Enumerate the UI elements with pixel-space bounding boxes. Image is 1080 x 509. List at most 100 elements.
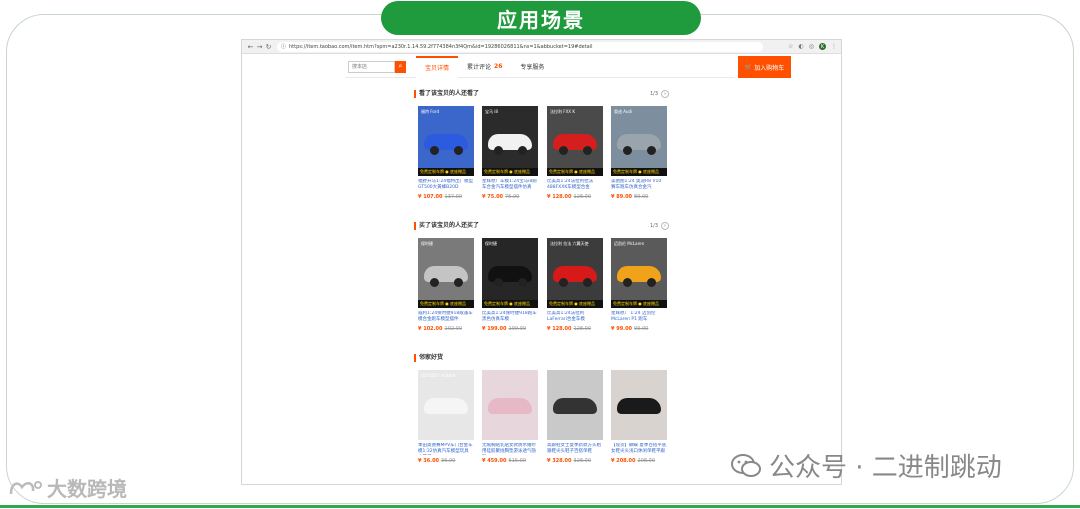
section-pager[interactable]: 1/3 › [650,90,670,98]
add-to-cart-button[interactable]: 🛒 加入购物车 [738,56,791,78]
reload-icon[interactable]: ↻ [264,43,273,51]
product-image[interactable] [611,370,667,440]
product-card[interactable]: 迈凯伦 McLaren 免费定制车牌 ● 底座赠品星辉原厂 1:24 迈凯伦McL… [611,238,667,332]
cart-icon: 🛒 [744,63,753,71]
product-card[interactable]: 高跟鞋女士夏季新款方头粗跟鞋尖头鞋子百搭单鞋 ¥ 328.00 328.00 [547,370,603,464]
product-image[interactable]: 迈凯伦 McLaren 免费定制车牌 ● 底座赠品 [611,238,667,308]
product-title[interactable]: 比美高1:24保时捷918跑车 黑色仿真车模 [482,311,538,323]
menu-icon[interactable]: ⋮ [831,43,837,50]
product-price: ¥ 328.00 328.00 [547,458,603,464]
product-card[interactable]: 法拉利 FXX K 免费定制车牌 ● 底座赠品比美高1:24法拉利拉法488FXX… [547,106,603,200]
product-title[interactable]: 星辉原厂车模1:24宝马i8跑车合金汽车模型摆件仿真 [482,179,538,191]
product-title[interactable]: 比美高1:24法拉利LaFerrari合金车模 [547,311,603,323]
star-icon[interactable]: ☆ [788,43,793,50]
wheel-shape [518,278,527,287]
product-brand: 奥迪 Audi [614,109,633,114]
wheel-shape [583,278,592,287]
product-card[interactable]: 奥迪 Audi 免费定制车牌 ● 底座赠品美驰图1:24 奥迪R8 V10 赛车跑… [611,106,667,200]
product-image[interactable]: 保时捷 免费定制车牌 ● 底座赠品 [482,238,538,308]
product-tag: 免费定制车牌 ● 底座赠品 [547,168,603,176]
tab-label: 宝贝详情 [425,65,450,72]
product-price: ¥ 459.00 515.00 [482,458,538,464]
original-price: 208.00 [637,458,656,464]
product-title[interactable]: 威利1:24保时捷918敞篷车模合金跑车模型摆件 [418,311,474,323]
search-icon[interactable]: ⌕ [395,60,406,73]
wheel-shape [623,146,632,155]
product-image[interactable]: 法拉利 FXX K 免费定制车牌 ● 底座赠品 [547,106,603,176]
product-image[interactable]: ODYSSEY HONDA [418,370,474,440]
watermark-text: 大数跨境 [47,477,127,501]
original-price: 128.00 [573,326,592,332]
pager-text: 1/3 [650,91,659,97]
product-card[interactable]: 保时捷 免费定制车牌 ● 底座赠品比美高1:24保时捷918跑车 黑色仿真车模 ¥ … [482,238,538,332]
product-title[interactable]: 【现货】蝴蝶 夏季百搭平底女鞋尖头浅口休闲单鞋平跟 [611,443,667,455]
product-title[interactable]: 美驰图1:24 奥迪R8 V10 赛车跑车仿真合金汽 [611,179,667,191]
current-price: ¥ 99.00 [611,326,633,332]
product-title[interactable]: 福野开马1:24福特出厂模型GT500大黄蜂B20D [418,179,474,191]
original-price: 75.00 [505,194,520,200]
product-shape [553,398,597,414]
product-price: ¥ 128.00 128.00 [547,194,603,200]
product-title[interactable]: 无痕胸贴乳贴女款防水婚纱用硅胶聚拢胸垫游泳透气隐形 [482,443,538,455]
original-price: 515.00 [508,458,527,464]
extension-icon[interactable]: ◎ [809,43,814,50]
product-title[interactable]: 本田奥德赛MPV车门合金车模1:32仿真汽车模型玩具 六开门 [418,443,474,455]
product-tag: 免费定制车牌 ● 底座赠品 [611,168,667,176]
tab-reviews[interactable]: 累计评论 26 [458,56,511,78]
product-shape [488,398,532,414]
product-brand: 迈凯伦 McLaren [614,241,645,246]
product-tag: 免费定制车牌 ● 底座赠品 [418,300,474,308]
product-image[interactable]: 法拉利 拉法 六翼天使 免费定制车牌 ● 底座赠品 [547,238,603,308]
wheel-shape [623,278,632,287]
extension-icon[interactable]: ◐ [799,43,804,50]
section-title: 邻家好货 [414,354,443,362]
product-image[interactable]: 宝马 i8 免费定制车牌 ● 底座赠品 [482,106,538,176]
product-title[interactable]: 星辉原厂 1:24 迈凯伦McLaren P1 跑车 [611,311,667,323]
product-image[interactable]: 福特 Ford 免费定制车牌 ● 底座赠品 [418,106,474,176]
product-title[interactable]: 高跟鞋女士夏季新款方头粗跟鞋尖头鞋子百搭单鞋 [547,443,603,455]
product-image[interactable]: 奥迪 Audi 免费定制车牌 ● 底座赠品 [611,106,667,176]
profile-avatar[interactable]: K [819,43,826,50]
original-price: 99.00 [634,326,649,332]
tab-services[interactable]: 专享服务 [511,56,553,78]
product-image[interactable]: 保时捷 免费定制车牌 ● 底座赠品 [418,238,474,308]
product-card[interactable]: ODYSSEY HONDA 本田奥德赛MPV车门合金车模1:32仿真汽车模型玩具 … [418,370,474,464]
wheel-shape [647,146,656,155]
slide: 应用场景 ← → ↻ ⓘ https://item.taobao.com/ite… [0,0,1080,509]
current-price: ¥ 75.00 [482,194,504,200]
wheel-shape [559,278,568,287]
address-bar[interactable]: ⓘ https://item.taobao.com/item.htm?spm=a… [277,41,763,52]
browser-window: ← → ↻ ⓘ https://item.taobao.com/item.htm… [241,39,842,485]
current-price: ¥ 102.00 [418,326,443,332]
back-icon[interactable]: ← [246,43,255,51]
slide-title: 应用场景 [381,1,701,35]
product-image[interactable] [482,370,538,440]
review-count: 26 [494,63,503,70]
tab-details[interactable]: 宝贝详情 [416,55,459,78]
product-card[interactable]: 【现货】蝴蝶 夏季百搭平底女鞋尖头浅口休闲单鞋平跟 ¥ 208.00 208.00 [611,370,667,464]
next-page-icon[interactable]: › [661,222,670,230]
product-price: ¥ 36.00 36.00 [418,458,474,464]
shop-search-input[interactable]: 搜本店 [348,60,395,73]
product-card[interactable]: 保时捷 免费定制车牌 ● 底座赠品威利1:24保时捷918敞篷车模合金跑车模型摆件… [418,238,474,332]
forward-icon[interactable]: → [255,43,264,51]
product-card[interactable]: 法拉利 拉法 六翼天使 免费定制车牌 ● 底座赠品比美高1:24法拉利LaFerr… [547,238,603,332]
next-page-icon[interactable]: › [661,90,670,98]
section-pager[interactable]: 1/3 › [650,222,670,230]
product-title[interactable]: 比美高1:24法拉利拉法488FXXK车模型合金 [547,179,603,191]
browser-toolbar: ← → ↻ ⓘ https://item.taobao.com/item.htm… [242,40,841,54]
product-card[interactable]: 福特 Ford 免费定制车牌 ● 底座赠品福野开马1:24福特出厂模型GT500大… [418,106,474,200]
original-price: 89.00 [634,194,649,200]
product-brand: 保时捷 [485,241,497,246]
current-price: ¥ 89.00 [611,194,633,200]
wheel-shape [494,146,503,155]
product-price: ¥ 75.00 75.00 [482,194,538,200]
product-card[interactable]: 无痕胸贴乳贴女款防水婚纱用硅胶聚拢胸垫游泳透气隐形 ¥ 459.00515.00 [482,370,538,464]
current-price: ¥ 199.00 [482,326,507,332]
product-shape [617,398,661,414]
wheel-shape [583,146,592,155]
cart-label: 加入购物车 [754,64,785,72]
product-image[interactable] [547,370,603,440]
wheel-shape [494,278,503,287]
product-card[interactable]: 宝马 i8 免费定制车牌 ● 底座赠品星辉原厂车模1:24宝马i8跑车合金汽车模型… [482,106,538,200]
